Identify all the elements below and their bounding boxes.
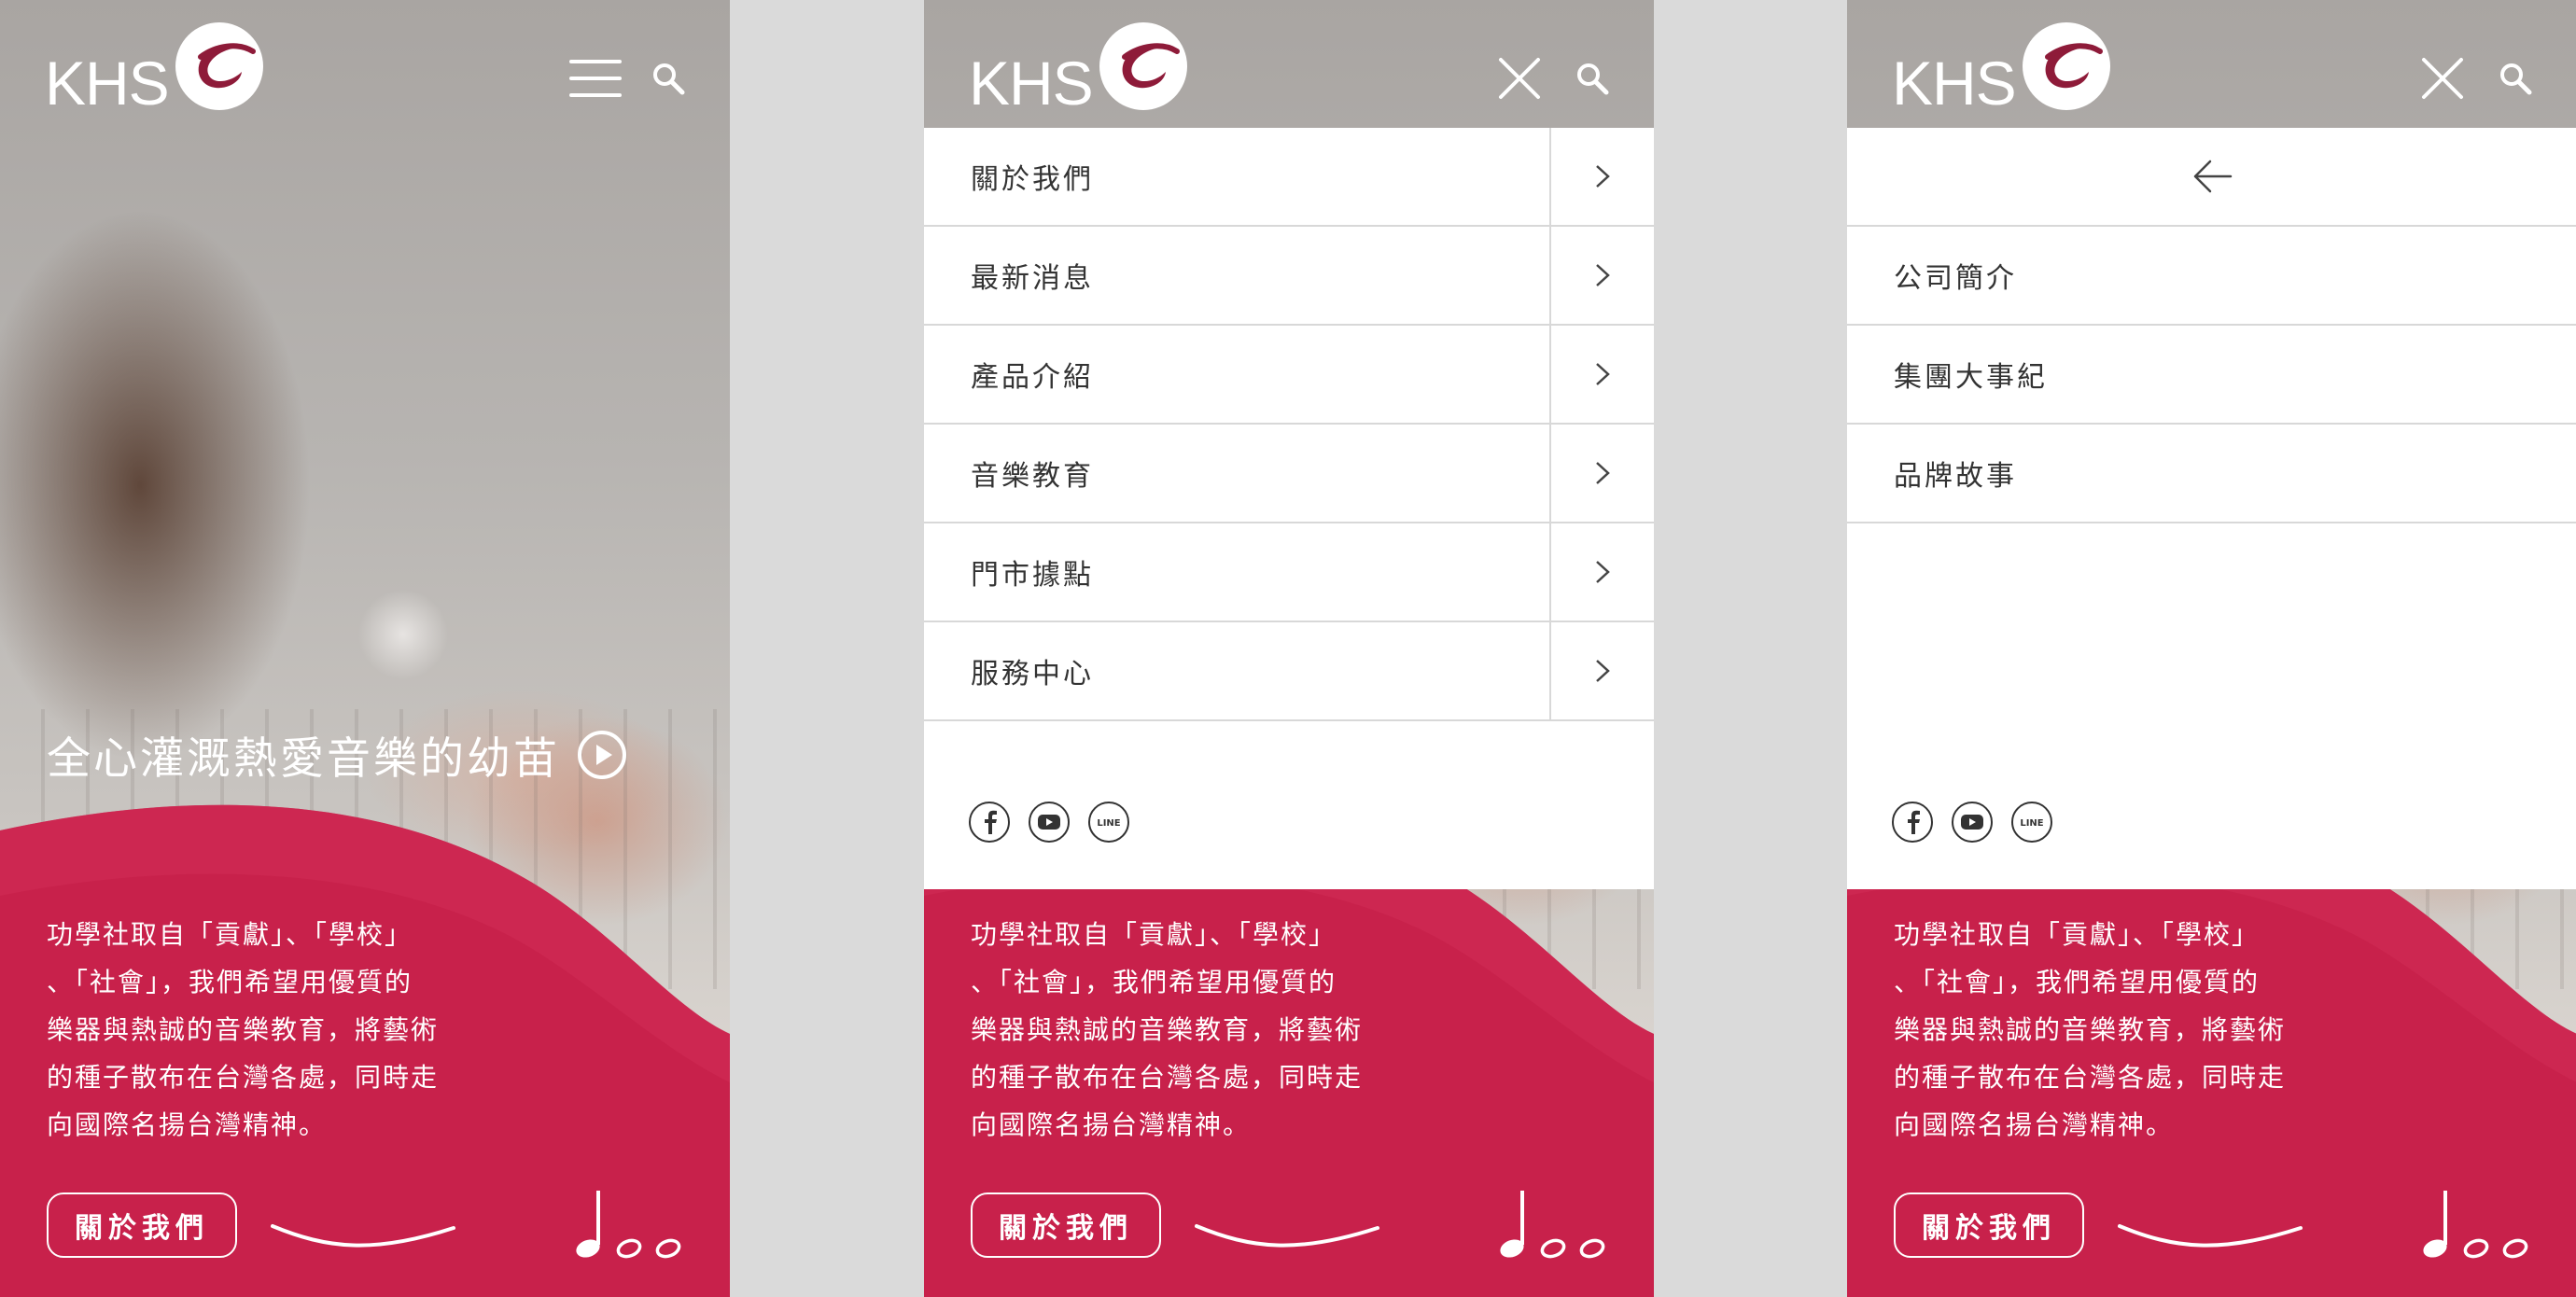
hero-tagline-text: 全心灌溉熱愛音樂的幼苗 — [47, 733, 560, 785]
nav-item-about[interactable]: 關於我們 — [924, 128, 1654, 227]
intro-line: 功學社取自「貢獻」、「學校」 — [971, 919, 1337, 950]
chevron-right-icon[interactable] — [1549, 425, 1654, 522]
intro-line: 的種子散布在台灣各處，同時走 — [1894, 1062, 2287, 1093]
nav-item-store-locations[interactable]: 門市據點 — [924, 523, 1654, 622]
search-icon[interactable] — [2497, 60, 2534, 97]
nav-item-label: 產品介紹 — [971, 361, 1094, 394]
logo-text: KHS — [969, 49, 1094, 118]
line-icon[interactable]: LINE — [2011, 802, 2052, 843]
logo-mark-icon — [2022, 22, 2110, 110]
submenu-item-label: 集團大事紀 — [1894, 361, 2048, 394]
nav-item-news[interactable]: 最新消息 — [924, 227, 1654, 326]
intro-line: 向國際名揚台灣精神。 — [47, 1109, 328, 1140]
nav-item-label: 服務中心 — [971, 658, 1094, 690]
submenu-item-label: 公司簡介 — [1894, 262, 2017, 295]
facebook-icon[interactable] — [1892, 802, 1933, 843]
intro-text: 功學社取自「貢獻」、「學校」 、「社會」，我們希望用優質的 樂器與熱誠的音樂教育… — [971, 911, 1381, 1149]
khs-logo[interactable]: KHS — [45, 19, 266, 114]
chevron-right-icon[interactable] — [1549, 128, 1654, 225]
intro-line: 向國際名揚台灣精神。 — [971, 1109, 1252, 1140]
nav-item-label: 音樂教育 — [971, 460, 1094, 493]
submenu-item-brand-story[interactable]: 品牌故事 — [1847, 425, 2576, 523]
intro-line: 的種子散布在台灣各處，同時走 — [47, 1062, 440, 1093]
nav-item-music-education[interactable]: 音樂教育 — [924, 425, 1654, 523]
line-icon-label: LINE — [1097, 818, 1120, 829]
facebook-icon[interactable] — [969, 802, 1010, 843]
social-links: LINE — [1892, 802, 2052, 843]
nav-item-products[interactable]: 產品介紹 — [924, 326, 1654, 425]
home-screen: KHS 全心灌溉熱愛音樂的幼苗 功學社取自「貢獻」、「學校」 、「社會」，我們希… — [0, 0, 730, 1297]
submenu-item-label: 品牌故事 — [1894, 460, 2017, 493]
main-nav-list: 關於我們 最新消息 產品介紹 音樂教育 門市據點 服務中心 — [924, 128, 1654, 721]
music-notes-icon — [2423, 1191, 2528, 1259]
khs-logo[interactable]: KHS — [1892, 19, 2113, 114]
intro-line: 樂器與熱誠的音樂教育，將藝術 — [1894, 1014, 2287, 1045]
swoosh-decoration-icon — [271, 1224, 455, 1248]
submenu-item-company-profile[interactable]: 公司簡介 — [1847, 227, 2576, 326]
site-header: KHS — [1847, 0, 2576, 128]
nav-drawer: 關於我們 最新消息 產品介紹 音樂教育 門市據點 服務中心 LINE — [924, 128, 1654, 889]
search-icon[interactable] — [1574, 60, 1611, 97]
close-icon[interactable] — [1493, 54, 1546, 103]
swoosh-decoration-icon — [2118, 1224, 2303, 1248]
arrow-left-icon[interactable] — [2191, 158, 2233, 195]
nav-item-label: 門市據點 — [971, 559, 1094, 592]
music-notes-icon — [1500, 1191, 1605, 1259]
search-icon[interactable] — [650, 60, 687, 97]
intro-text: 功學社取自「貢獻」、「學校」 、「社會」，我們希望用優質的 樂器與熱誠的音樂教育… — [1894, 911, 2304, 1149]
about-us-button[interactable]: 關於我們 — [971, 1192, 1161, 1258]
logo-mark-icon — [175, 22, 263, 110]
intro-line: 的種子散布在台灣各處，同時走 — [971, 1062, 1364, 1093]
intro-line: 樂器與熱誠的音樂教育，將藝術 — [971, 1014, 1364, 1045]
intro-line: 功學社取自「貢獻」、「學校」 — [1894, 919, 2261, 950]
submenu-item-milestones[interactable]: 集團大事紀 — [1847, 326, 2576, 425]
back-button[interactable] — [1847, 128, 2576, 227]
logo-mark-icon — [1099, 22, 1187, 110]
line-icon[interactable]: LINE — [1088, 802, 1129, 843]
chevron-right-icon[interactable] — [1549, 326, 1654, 423]
site-header: KHS — [924, 0, 1654, 128]
nav-drawer: 公司簡介 集團大事紀 品牌故事 LINE — [1847, 128, 2576, 889]
nav-item-service-center[interactable]: 服務中心 — [924, 622, 1654, 721]
intro-line: 樂器與熱誠的音樂教育，將藝術 — [47, 1014, 440, 1045]
intro-text: 功學社取自「貢獻」、「學校」 、「社會」，我們希望用優質的 樂器與熱誠的音樂教育… — [47, 911, 457, 1149]
about-us-button[interactable]: 關於我們 — [47, 1192, 237, 1258]
submenu-screen: KHS 公司簡介 集團大事紀 品牌故事 LINE 功學社取自「貢獻」、「學校」 … — [1847, 0, 2576, 1297]
logo-text: KHS — [1892, 49, 2017, 118]
intro-line: 向國際名揚台灣精神。 — [1894, 1109, 2175, 1140]
play-icon[interactable] — [577, 730, 627, 780]
chevron-right-icon[interactable] — [1549, 227, 1654, 324]
nav-item-label: 關於我們 — [971, 163, 1094, 196]
chevron-right-icon[interactable] — [1549, 523, 1654, 621]
social-links: LINE — [969, 802, 1129, 843]
site-header: KHS — [0, 0, 730, 128]
swoosh-decoration-icon — [1195, 1224, 1379, 1248]
submenu-list: 公司簡介 集團大事紀 品牌故事 — [1847, 227, 2576, 523]
menu-icon[interactable] — [569, 56, 622, 101]
close-icon[interactable] — [2416, 54, 2469, 103]
chevron-right-icon[interactable] — [1549, 622, 1654, 719]
music-notes-icon — [576, 1191, 681, 1259]
about-us-button[interactable]: 關於我們 — [1894, 1192, 2084, 1258]
youtube-icon[interactable] — [1029, 802, 1070, 843]
youtube-icon[interactable] — [1952, 802, 1993, 843]
intro-line: 、「社會」，我們希望用優質的 — [971, 967, 1337, 997]
hero-tagline[interactable]: 全心灌溉熱愛音樂的幼苗 — [47, 722, 627, 787]
line-icon-label: LINE — [2020, 818, 2043, 829]
main-menu-screen: KHS 關於我們 最新消息 產品介紹 音樂教育 門市據點 服務中心 LINE 功… — [924, 0, 1654, 1297]
logo-text: KHS — [45, 49, 170, 118]
nav-item-label: 最新消息 — [971, 262, 1094, 295]
khs-logo[interactable]: KHS — [969, 19, 1190, 114]
intro-line: 功學社取自「貢獻」、「學校」 — [47, 919, 413, 950]
intro-line: 、「社會」，我們希望用優質的 — [1894, 967, 2261, 997]
intro-line: 、「社會」，我們希望用優質的 — [47, 967, 413, 997]
